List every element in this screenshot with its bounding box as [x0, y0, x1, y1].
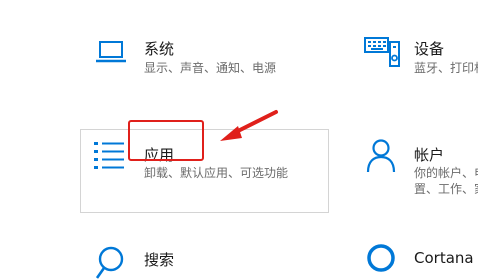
tile-search[interactable]: 搜索: [80, 238, 330, 279]
tile-apps[interactable]: 应用 卸载、默认应用、可选功能: [80, 129, 329, 213]
tile-cortana[interactable]: Cortana: [350, 238, 478, 273]
tile-accounts[interactable]: 帐户 你的帐户、电 置、工作、家: [350, 129, 478, 213]
apps-list-icon: [94, 142, 124, 169]
laptop-icon: [96, 41, 126, 63]
tile-search-title: 搜索: [144, 251, 175, 269]
tile-system[interactable]: 系统 显示、声音、通知、电源: [80, 20, 330, 100]
cortana-icon: [367, 244, 395, 272]
annotation-highlight-box: [128, 120, 204, 161]
tile-accounts-title: 帐户: [414, 146, 445, 164]
tile-cortana-title: Cortana: [414, 249, 474, 267]
tile-accounts-desc-line2: 置、工作、家: [414, 182, 478, 196]
tile-devices-title: 设备: [414, 40, 445, 58]
tile-system-desc: 显示、声音、通知、电源: [144, 61, 277, 75]
tile-devices-desc: 蓝牙、打印机: [414, 61, 478, 75]
search-icon: [96, 246, 124, 279]
tile-apps-desc: 卸载、默认应用、可选功能: [144, 166, 289, 180]
tile-system-title: 系统: [144, 40, 175, 58]
person-icon: [366, 139, 396, 173]
keyboard-printer-icon: [364, 37, 400, 67]
tile-devices[interactable]: 设备 蓝牙、打印机: [350, 20, 478, 100]
annotation-arrow: [220, 110, 278, 141]
